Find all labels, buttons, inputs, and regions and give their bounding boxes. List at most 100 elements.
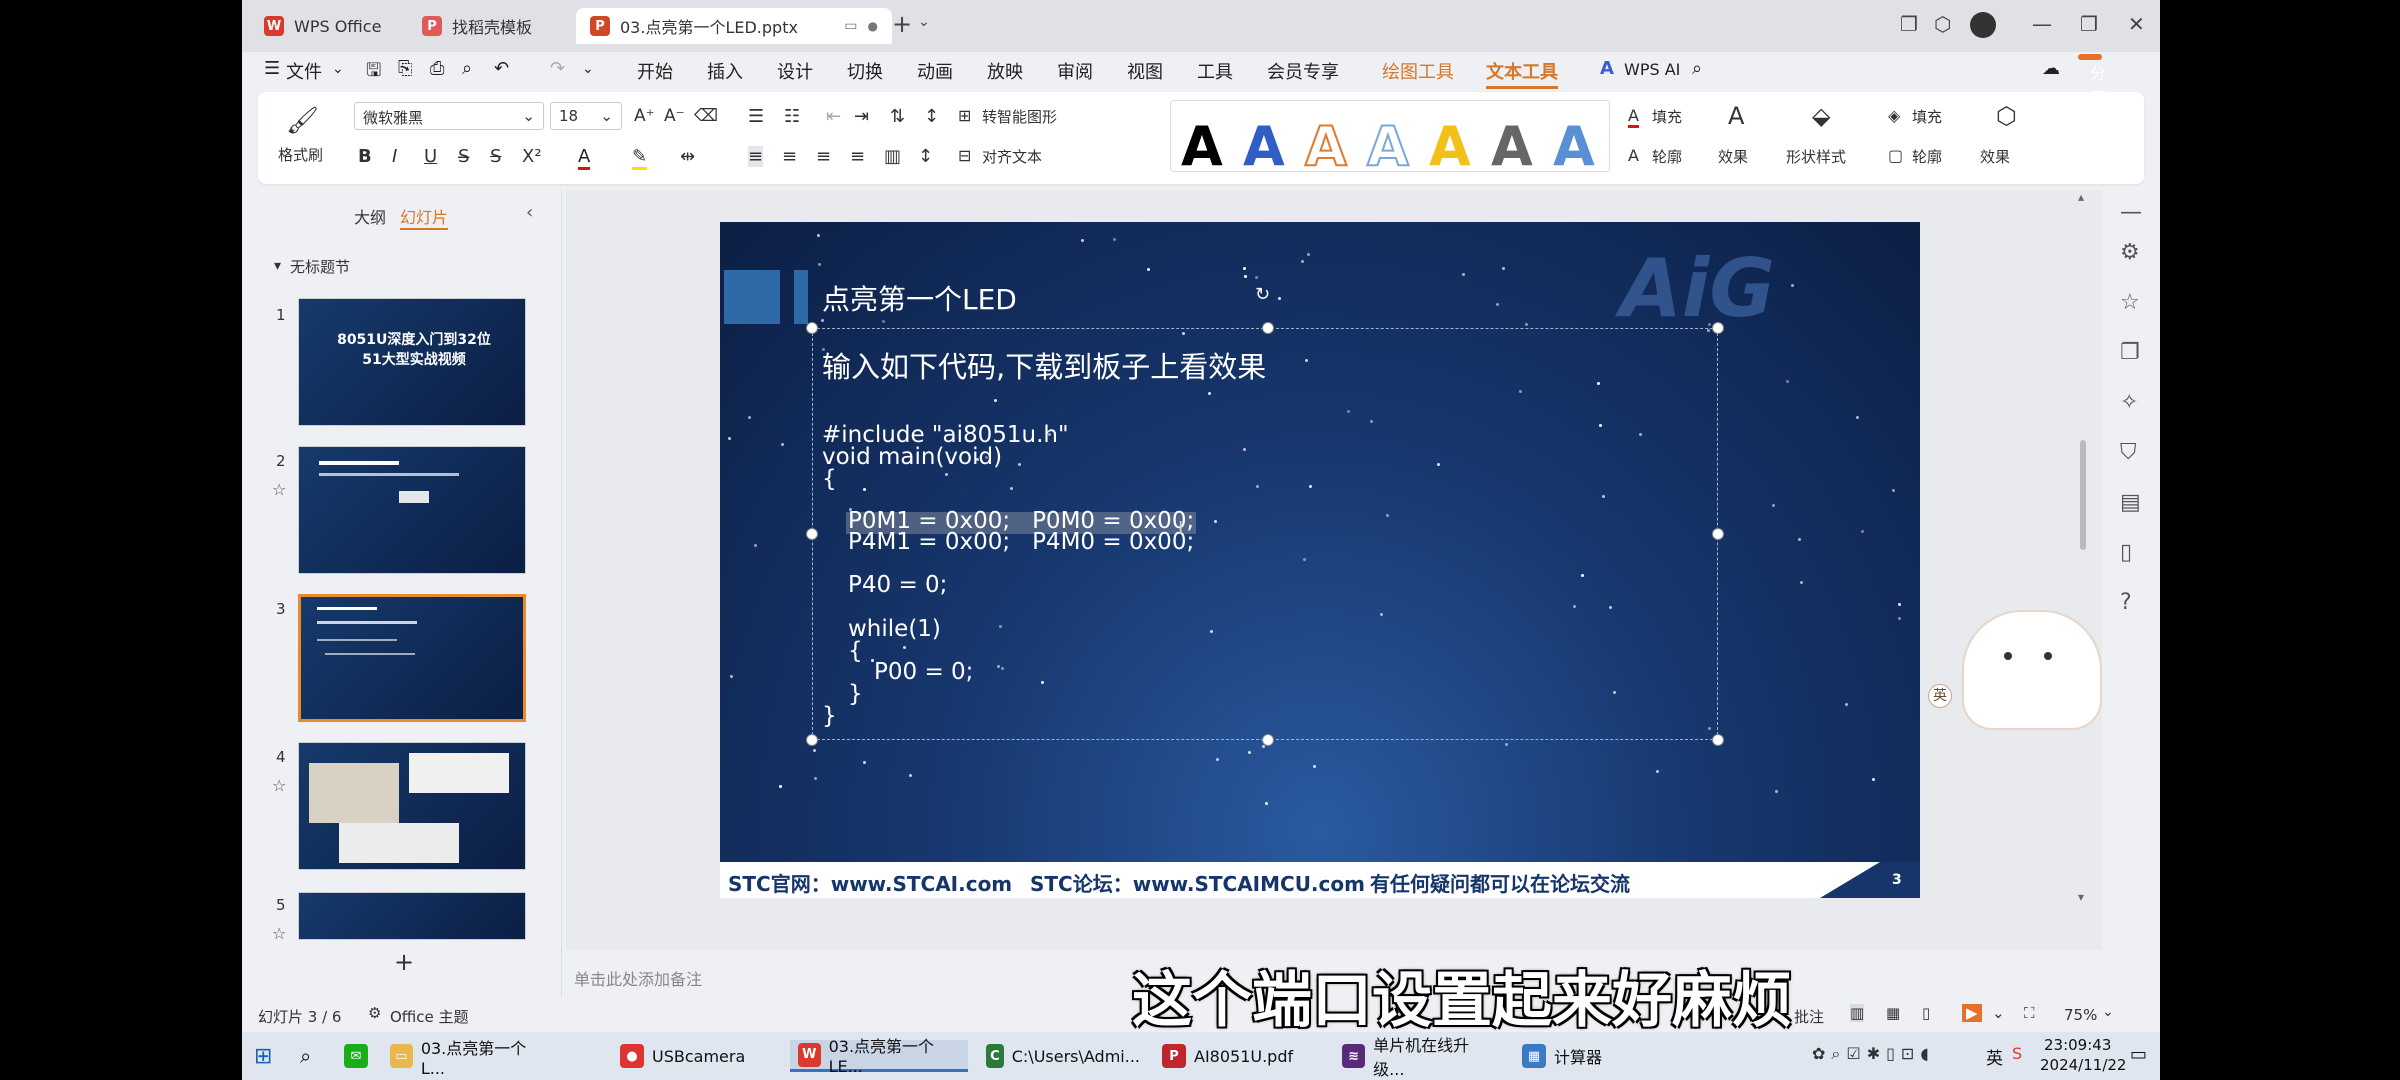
wechat-icon[interactable]: ✉ — [336, 1040, 376, 1072]
chevron-down-icon[interactable]: ⌄ — [1992, 1004, 2005, 1022]
format-painter-label[interactable]: 格式刷 — [278, 144, 323, 165]
play-icon[interactable]: ▶ — [1962, 1004, 1982, 1022]
scroll-up-icon[interactable]: ▴ — [2078, 190, 2084, 204]
justify-icon[interactable]: ≡ — [850, 146, 865, 167]
theme-name[interactable]: Office 主题 — [390, 1006, 469, 1027]
shape-fill-label[interactable]: 填充 — [1912, 106, 1942, 127]
share-button[interactable]: 分享 — [2078, 54, 2106, 107]
tab-template[interactable]: P 找稻壳模板 — [408, 8, 568, 44]
menu-insert[interactable]: 插入 — [707, 58, 743, 84]
text-style-light-blue[interactable]: A — [1553, 115, 1595, 178]
magic-wand-icon[interactable]: ✧ — [2120, 390, 2138, 415]
vertical-scrollbar[interactable]: ▴ ▾ — [2076, 190, 2090, 940]
shape-effects-icon[interactable]: ⬡ — [1996, 102, 2017, 130]
hamburger-icon[interactable]: ☰ — [264, 58, 280, 79]
scroll-down-icon[interactable]: ▾ — [2078, 890, 2084, 904]
slide-thumbnail-2[interactable] — [298, 446, 526, 574]
text-outline-icon[interactable]: A — [1628, 146, 1639, 165]
avatar[interactable] — [1970, 12, 1996, 38]
font-name-select[interactable]: 微软雅黑 ⌄ — [354, 102, 544, 130]
redo-icon[interactable]: ↷ — [550, 58, 565, 79]
text-fill-icon[interactable]: A — [1628, 106, 1639, 128]
align-text-label[interactable]: 对齐文本 — [982, 146, 1042, 167]
shape-effects-label[interactable]: 效果 — [1980, 146, 2010, 167]
reading-view-icon[interactable]: ▯ — [1922, 1004, 1930, 1022]
preview-icon[interactable]: ⌕ — [462, 58, 472, 79]
taskbar-item[interactable]: P AI8051U.pdf — [1154, 1040, 1314, 1072]
search-icon[interactable]: ⌕ — [1692, 58, 1702, 79]
menu-view[interactable]: 视图 — [1127, 58, 1163, 84]
shadow-icon[interactable]: S̶ — [458, 146, 469, 167]
sorter-view-icon[interactable]: ▦ — [1886, 1004, 1900, 1022]
strikethrough-icon[interactable]: S — [490, 146, 501, 167]
resize-handle[interactable] — [806, 734, 818, 746]
restore-icon[interactable]: ❐ — [2080, 12, 2098, 36]
notification-icon[interactable]: ▭ — [2130, 1044, 2147, 1065]
tab-slides[interactable]: 幻灯片 — [400, 204, 449, 230]
slide-thumbnail-1[interactable]: 8051U深度入门到32位51大型实战视频 — [298, 298, 526, 426]
save-icon[interactable]: 🖫 — [366, 58, 381, 88]
shirt-icon[interactable]: ⛉ — [2120, 440, 2137, 465]
menu-text-tools[interactable]: 文本工具 — [1486, 58, 1558, 89]
rotate-handle-icon[interactable]: ↻ — [1255, 284, 1270, 305]
new-tab-icon[interactable]: + — [892, 10, 912, 38]
minus-icon[interactable]: — — [2120, 200, 2142, 225]
zoom-level[interactable]: 75% — [2064, 1006, 2097, 1024]
screen-icon[interactable]: ▭ — [844, 18, 857, 34]
menu-design[interactable]: 设计 — [777, 58, 813, 84]
resize-handle[interactable] — [1712, 322, 1724, 334]
close-icon[interactable]: ✕ — [2128, 12, 2145, 36]
layout-icon[interactable]: ❐ — [1900, 12, 1918, 36]
undo-icon[interactable]: ↶ — [494, 58, 509, 79]
copy-icon[interactable]: ❐ — [2120, 340, 2140, 365]
section-title[interactable]: 无标题节 — [290, 256, 350, 277]
text-style-blue[interactable]: A — [1243, 115, 1285, 178]
text-effects-icon[interactable]: A — [1728, 102, 1744, 130]
menu-drawing-tools[interactable]: 绘图工具 — [1382, 58, 1454, 84]
search-icon[interactable]: ⌕ — [292, 1040, 319, 1072]
star-icon[interactable]: ☆ — [272, 924, 286, 943]
decrease-indent-icon[interactable]: ⇤ — [826, 106, 841, 127]
shape-outline-label[interactable]: 轮廓 — [1912, 146, 1942, 167]
ime-indicator[interactable]: 英 — [1986, 1044, 2003, 1069]
bullet-list-icon[interactable]: ☰ — [748, 106, 764, 127]
menu-home[interactable]: 开始 — [637, 58, 673, 84]
collapse-panel-icon[interactable]: ‹ — [526, 202, 533, 223]
grow-font-icon[interactable]: A⁺ — [634, 106, 655, 126]
chevron-down-icon[interactable]: ⌄ — [2102, 1004, 2114, 1020]
chevron-down-icon[interactable]: ⌄ — [582, 61, 594, 77]
book-icon[interactable]: ▯ — [2120, 540, 2132, 565]
clear-format-icon[interactable]: ⌫ — [694, 106, 718, 126]
assistant-mascot[interactable] — [1962, 610, 2102, 730]
text-style-gray[interactable]: A — [1491, 115, 1533, 178]
clock-time[interactable]: 23:09:43 — [2044, 1036, 2111, 1054]
text-direction-icon[interactable]: ⇅ — [890, 106, 905, 127]
effects-label[interactable]: 效果 — [1718, 146, 1748, 167]
wps-ai-icon[interactable]: A — [1600, 58, 1614, 79]
dot-icon[interactable]: ● — [868, 19, 878, 33]
menu-review[interactable]: 审阅 — [1057, 58, 1093, 84]
star-icon[interactable]: ☆ — [272, 776, 286, 795]
chevron-down-icon[interactable]: ⌄ — [332, 61, 344, 77]
align-right-icon[interactable]: ≡ — [816, 146, 831, 167]
text-style-gold[interactable]: A — [1429, 115, 1471, 178]
outline-label[interactable]: 轮廓 — [1652, 146, 1682, 167]
align-text-icon[interactable]: ⊟ — [958, 146, 971, 165]
section-chevron-icon[interactable]: ▾ — [274, 258, 281, 274]
fit-screen-icon[interactable]: ⛶ — [2024, 1004, 2035, 1022]
menu-member[interactable]: 会员专享 — [1267, 58, 1339, 84]
ime-badge[interactable]: 英 — [1928, 684, 1952, 708]
menu-slideshow[interactable]: 放映 — [987, 58, 1023, 84]
taskbar-item[interactable]: ▭ 03.点亮第一个L... — [382, 1039, 552, 1078]
align-left-icon[interactable]: ≡ — [748, 146, 764, 167]
resize-handle[interactable] — [1262, 734, 1274, 746]
tab-pptx[interactable]: P 03.点亮第一个LED.pptx ▭ ● — [576, 8, 892, 44]
tray-icons[interactable]: ✿⌕☑✱▯⊡◖ — [1812, 1044, 1935, 1064]
start-icon[interactable]: ⊞ — [246, 1040, 280, 1072]
tab-outline[interactable]: 大纲 — [354, 204, 386, 228]
shape-style-label[interactable]: 形状样式 — [1786, 146, 1846, 167]
taskbar-item[interactable]: ≋ 单片机在线升级... — [1334, 1036, 1504, 1079]
sort-icon[interactable]: ↕ — [924, 106, 939, 127]
underline-icon[interactable]: U — [424, 146, 437, 167]
chart-icon[interactable]: ▤ — [2120, 490, 2141, 515]
